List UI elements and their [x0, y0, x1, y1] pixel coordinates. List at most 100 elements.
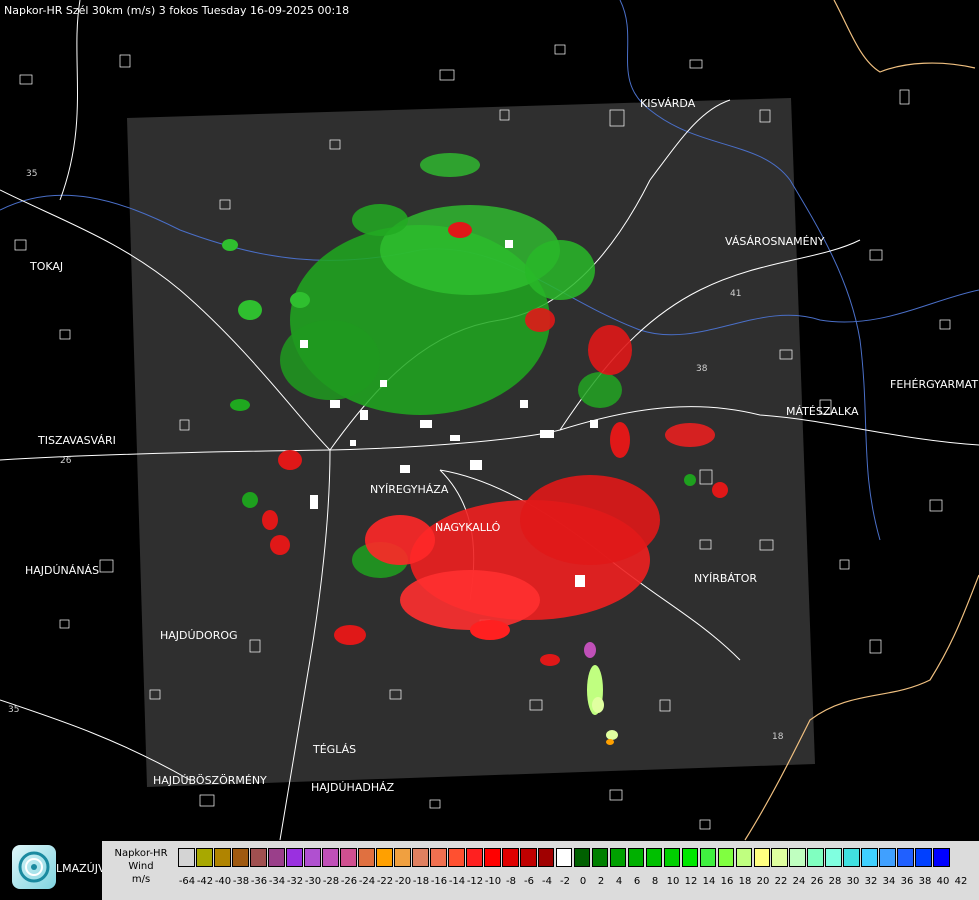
legend-tick-label: 2 [597, 876, 605, 887]
legend-tick-label: -24 [358, 876, 376, 887]
legend-tick-label: 38 [918, 876, 932, 887]
legend-swatch [321, 848, 339, 867]
legend-tick-label: -14 [448, 876, 466, 887]
legend-tick-label: 16 [720, 876, 734, 887]
town-label-tiszavasvari: TISZAVASVÁRI [38, 434, 116, 447]
town-label-vasarosnameny: VÁSÁROSNAMÉNY [725, 235, 825, 248]
legend-swatch [915, 848, 933, 867]
legend-tick-label: 30 [846, 876, 860, 887]
color-legend: Napkor-HR Wind m/s -64 -42 -40 -38 -36 -34 -32… [102, 841, 979, 900]
town-label-fehergyarmat: FEHÉRGYARMAT [890, 378, 979, 391]
legend-tick-label: 8 [651, 876, 659, 887]
legend-tick-label: -26 [340, 876, 358, 887]
legend-tick-label: 6 [633, 876, 641, 887]
legend-swatch [483, 848, 501, 867]
town-label-nagykallo: NAGYKALLÓ [435, 521, 501, 534]
legend-tick-label: 28 [828, 876, 842, 887]
napkor-logo-icon [12, 845, 56, 889]
legend-tick-label: -6 [524, 876, 534, 887]
legend-swatch [861, 848, 879, 867]
legend-swatch [195, 848, 213, 867]
legend-swatch [699, 848, 717, 867]
legend-tick-label: 12 [684, 876, 698, 887]
legend-swatch [717, 848, 735, 867]
legend-title-line1: Napkor-HR [114, 848, 168, 859]
legend-swatch [465, 848, 483, 867]
road-label: 26 [60, 456, 72, 466]
legend-tick-label: -30 [304, 876, 322, 887]
legend-swatch [591, 848, 609, 867]
legend-swatch [267, 848, 285, 867]
town-label-hajdunanas: HAJDÚNÁNÁS [25, 564, 100, 577]
legend-tick-label: -64 [178, 876, 196, 887]
legend-tick-label: 4 [615, 876, 623, 887]
legend-tick-label: 14 [702, 876, 716, 887]
legend-swatch [375, 848, 393, 867]
legend-tick-label: 20 [756, 876, 770, 887]
legend-swatch [879, 848, 897, 867]
legend-tick-label: 36 [900, 876, 914, 887]
legend-swatches [178, 848, 951, 869]
legend-tick-label: 34 [882, 876, 896, 887]
legend-swatch [537, 848, 555, 867]
legend-tick-label: 32 [864, 876, 878, 887]
legend-swatch [627, 848, 645, 867]
legend-swatch [771, 848, 789, 867]
legend-tick-label: -18 [412, 876, 430, 887]
road-label: 38 [696, 364, 708, 374]
legend-tick-label: -34 [268, 876, 286, 887]
legend-tick-label: -22 [376, 876, 394, 887]
road-label: 41 [730, 289, 741, 299]
town-label-nyiregyhaza: NYÍREGYHÁZA [370, 483, 449, 496]
town-label-kisvarda: KISVÁRDA [640, 97, 696, 110]
legend-swatch [178, 848, 195, 867]
road-label: 35 [8, 705, 19, 715]
legend-swatch [933, 848, 951, 867]
legend-tick-label: -36 [250, 876, 268, 887]
legend-tick-label: 26 [810, 876, 824, 887]
legend-swatch [807, 848, 825, 867]
legend-swatch [753, 848, 771, 867]
legend-swatch [303, 848, 321, 867]
legend-swatch [843, 848, 861, 867]
legend-swatch [411, 848, 429, 867]
road-label: 35 [26, 169, 37, 179]
legend-swatch [501, 848, 519, 867]
road-label: 18 [772, 732, 784, 742]
legend-swatch [735, 848, 753, 867]
legend-tick-label: 18 [738, 876, 752, 887]
town-label-hajduhadhaz: HAJDÚHADHÁZ [311, 781, 395, 794]
legend-tick-label: -2 [560, 876, 570, 887]
legend-tick-label: -42 [196, 876, 214, 887]
legend-swatch [573, 848, 591, 867]
legend-swatch [213, 848, 231, 867]
legend-swatch [429, 848, 447, 867]
legend-tick-label: -20 [394, 876, 412, 887]
legend-tick-label: 10 [666, 876, 680, 887]
legend-swatch [393, 848, 411, 867]
legend-ticks: -64 -42 -40 -38 -36 -34 -32 -30 -28 -26 -24 -22 -20-… [178, 876, 978, 890]
legend-swatch [897, 848, 915, 867]
legend-unit: m/s [131, 874, 151, 885]
legend-tick-label: 42 [954, 876, 968, 887]
town-label-mateszalka: MÁTÉSZALKA [786, 405, 859, 418]
legend-swatch [339, 848, 357, 867]
legend-tick-label: -28 [322, 876, 340, 887]
legend-title: Napkor-HR Wind m/s [106, 847, 176, 886]
legend-swatch [357, 848, 375, 867]
town-label-teglas: TÉGLÁS [313, 743, 357, 756]
legend-swatch [645, 848, 663, 867]
legend-tick-label: 0 [579, 876, 587, 887]
legend-title-line2: Wind [128, 861, 154, 872]
legend-swatch [447, 848, 465, 867]
legend-tick-label: -8 [506, 876, 516, 887]
legend-tick-label: -10 [484, 876, 502, 887]
legend-swatch [231, 848, 249, 867]
legend-tick-label: 40 [936, 876, 950, 887]
legend-swatch [825, 848, 843, 867]
legend-swatch [789, 848, 807, 867]
legend-swatch [555, 848, 573, 867]
legend-tick-label: -32 [286, 876, 304, 887]
legend-tick-label: -12 [466, 876, 484, 887]
legend-swatch [285, 848, 303, 867]
